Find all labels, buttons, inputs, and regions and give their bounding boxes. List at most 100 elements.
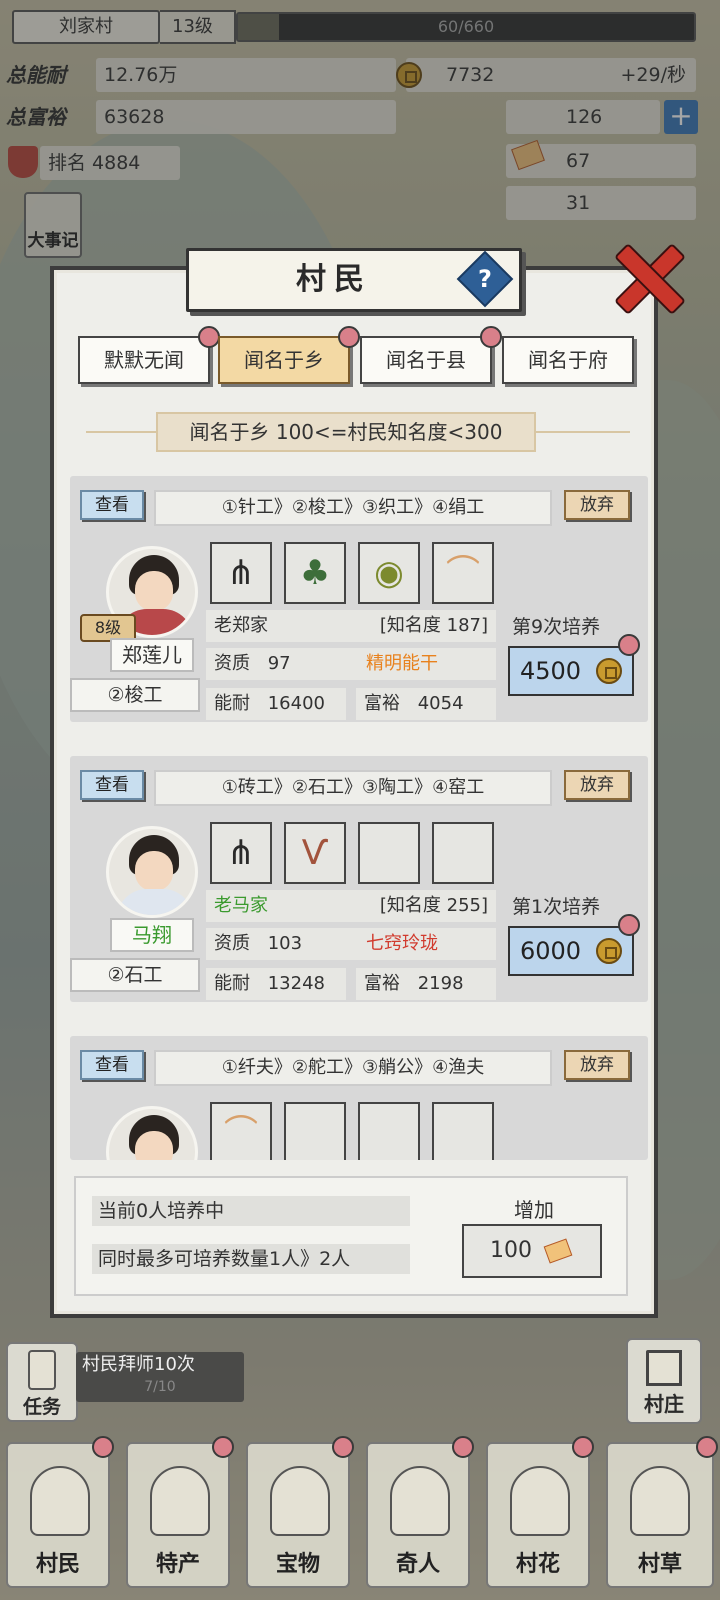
villager-card: 查看 ①砖工》②石工》③陶工》④窑工 放弃 马翔 ②石工 ⋔ Ѵ 老马家 [知名…	[70, 756, 648, 1002]
nav-strange-person[interactable]: 奇人	[366, 1436, 474, 1588]
avatar[interactable]	[106, 1106, 198, 1160]
nav-label: 村花	[515, 1552, 560, 1577]
abandon-button[interactable]: 放弃	[564, 770, 630, 800]
aptitude-label: 资质	[214, 653, 250, 674]
empty-slot[interactable]	[284, 1102, 346, 1160]
add-label: 增加	[514, 1198, 554, 1222]
aptitude-value: 103	[267, 933, 303, 954]
career-path: ①砖工》②石工》③陶工》④窑工	[154, 770, 552, 806]
villager-icon	[30, 1466, 90, 1536]
dialog-title: 村民	[296, 262, 372, 297]
view-button[interactable]: 查看	[80, 490, 144, 520]
villager-job: ②石工	[70, 958, 200, 992]
rake-icon[interactable]: ⋔	[210, 542, 272, 604]
coin-icon	[596, 658, 622, 684]
villager-card: 查看 ①纤夫》②舵工》③艄公》④渔夫 放弃 ⌒	[70, 1036, 648, 1160]
notification-dot	[92, 1436, 114, 1458]
villager-job: ②梭工	[70, 678, 200, 712]
empty-slot[interactable]	[358, 822, 420, 884]
family-row: 老马家 [知名度 255]	[206, 890, 496, 922]
nav-village-hunk[interactable]: 村草	[606, 1436, 718, 1588]
nav-specialty[interactable]: 特产	[126, 1436, 234, 1588]
person-icon	[390, 1466, 450, 1536]
nav-label: 村民	[35, 1552, 80, 1577]
train-button[interactable]: 4500	[508, 634, 640, 696]
ability-label: 能耐	[214, 973, 250, 994]
scroll-icon	[28, 1350, 56, 1390]
close-icon[interactable]	[610, 238, 682, 310]
wealth-value: 2198	[417, 973, 464, 994]
trait-text: 七窍玲珑	[366, 933, 438, 954]
tab-county[interactable]: 闻名于县	[360, 326, 502, 384]
notification-dot	[480, 326, 502, 348]
empty-slot[interactable]	[432, 822, 494, 884]
house-icon	[646, 1350, 682, 1386]
wealth-row: 富裕 2198	[356, 968, 496, 1000]
aptitude-row: 资质 97 精明能干	[206, 648, 496, 680]
tab-label: 默默无闻	[104, 348, 184, 372]
add-cost: 100	[490, 1238, 532, 1263]
tab-label: 闻名于府	[528, 348, 608, 372]
aptitude-value: 97	[267, 653, 291, 674]
quest-label: 任务	[22, 1396, 61, 1418]
notification-dot	[572, 1436, 594, 1458]
training-capacity: 同时最多可培养数量1人》2人	[92, 1244, 410, 1274]
quest-text: 村民拜师10次	[82, 1354, 195, 1375]
sack-icon	[150, 1466, 210, 1536]
quest-button[interactable]: 任务	[6, 1342, 78, 1422]
scale-icon[interactable]: ⌒	[432, 542, 494, 604]
nav-treasure[interactable]: 宝物	[246, 1436, 354, 1588]
basket-icon[interactable]: ◉	[358, 542, 420, 604]
training-status-panel: 当前0人培养中 同时最多可培养数量1人》2人 增加 100	[74, 1176, 628, 1296]
wealth-row: 富裕 4054	[356, 688, 496, 720]
rake-icon[interactable]: ⋔	[210, 822, 272, 884]
tab-label: 闻名于县	[386, 348, 466, 372]
quest-progress: 7/10	[144, 1379, 176, 1395]
dialog-title-banner: 村民 ?	[186, 248, 522, 312]
slingshot-icon[interactable]: Ѵ	[284, 822, 346, 884]
empty-slot[interactable]	[358, 1102, 420, 1160]
career-path: ①针工》②梭工》③织工》④绢工	[154, 490, 552, 526]
notification-dot	[332, 1436, 354, 1458]
abandon-button[interactable]: 放弃	[564, 490, 630, 520]
train-button[interactable]: 6000	[508, 914, 640, 976]
fame-value: [知名度 255]	[379, 895, 488, 916]
tab-township[interactable]: 闻名于乡	[218, 326, 360, 384]
trait-text: 精明能干	[366, 653, 438, 674]
career-path: ①纤夫》②舵工》③艄公》④渔夫	[154, 1050, 552, 1086]
ability-label: 能耐	[214, 693, 250, 714]
notification-dot	[618, 914, 640, 936]
scale-icon[interactable]: ⌒	[210, 1102, 272, 1160]
notification-dot	[198, 326, 220, 348]
tab-unknown[interactable]: 默默无闻	[78, 326, 220, 384]
notification-dot	[452, 1436, 474, 1458]
ability-row: 能耐 13248	[206, 968, 346, 1000]
abandon-button[interactable]: 放弃	[564, 1050, 630, 1080]
divider	[536, 431, 630, 433]
quest-progress-bar[interactable]: 村民拜师10次 7/10	[76, 1352, 244, 1402]
weed-icon[interactable]: ♣	[284, 542, 346, 604]
avatar[interactable]	[106, 826, 198, 918]
nav-label: 宝物	[275, 1552, 320, 1577]
notification-dot	[696, 1436, 718, 1458]
treasure-icon	[270, 1466, 330, 1536]
notification-dot	[338, 326, 360, 348]
tab-prefecture[interactable]: 闻名于府	[502, 336, 634, 384]
train-count: 第9次培养	[512, 616, 601, 638]
empty-slot[interactable]	[432, 1102, 494, 1160]
nav-village-beauty[interactable]: 村花	[486, 1436, 594, 1588]
village-button[interactable]: 村庄	[626, 1338, 702, 1424]
aptitude-row: 资质 103 七窍玲珑	[206, 928, 496, 960]
villager-name: 郑莲儿	[110, 638, 194, 672]
view-button[interactable]: 查看	[80, 1050, 144, 1080]
boy-icon	[630, 1466, 690, 1536]
add-capacity-button[interactable]: 100	[462, 1224, 602, 1278]
village-label: 村庄	[644, 1392, 684, 1416]
wealth-label: 富裕	[364, 973, 400, 994]
divider	[86, 431, 156, 433]
nav-villager[interactable]: 村民	[6, 1436, 114, 1588]
view-button[interactable]: 查看	[80, 770, 144, 800]
wealth-value: 4054	[417, 693, 464, 714]
tab-label: 闻名于乡	[244, 348, 324, 372]
ability-value: 13248	[267, 973, 325, 994]
